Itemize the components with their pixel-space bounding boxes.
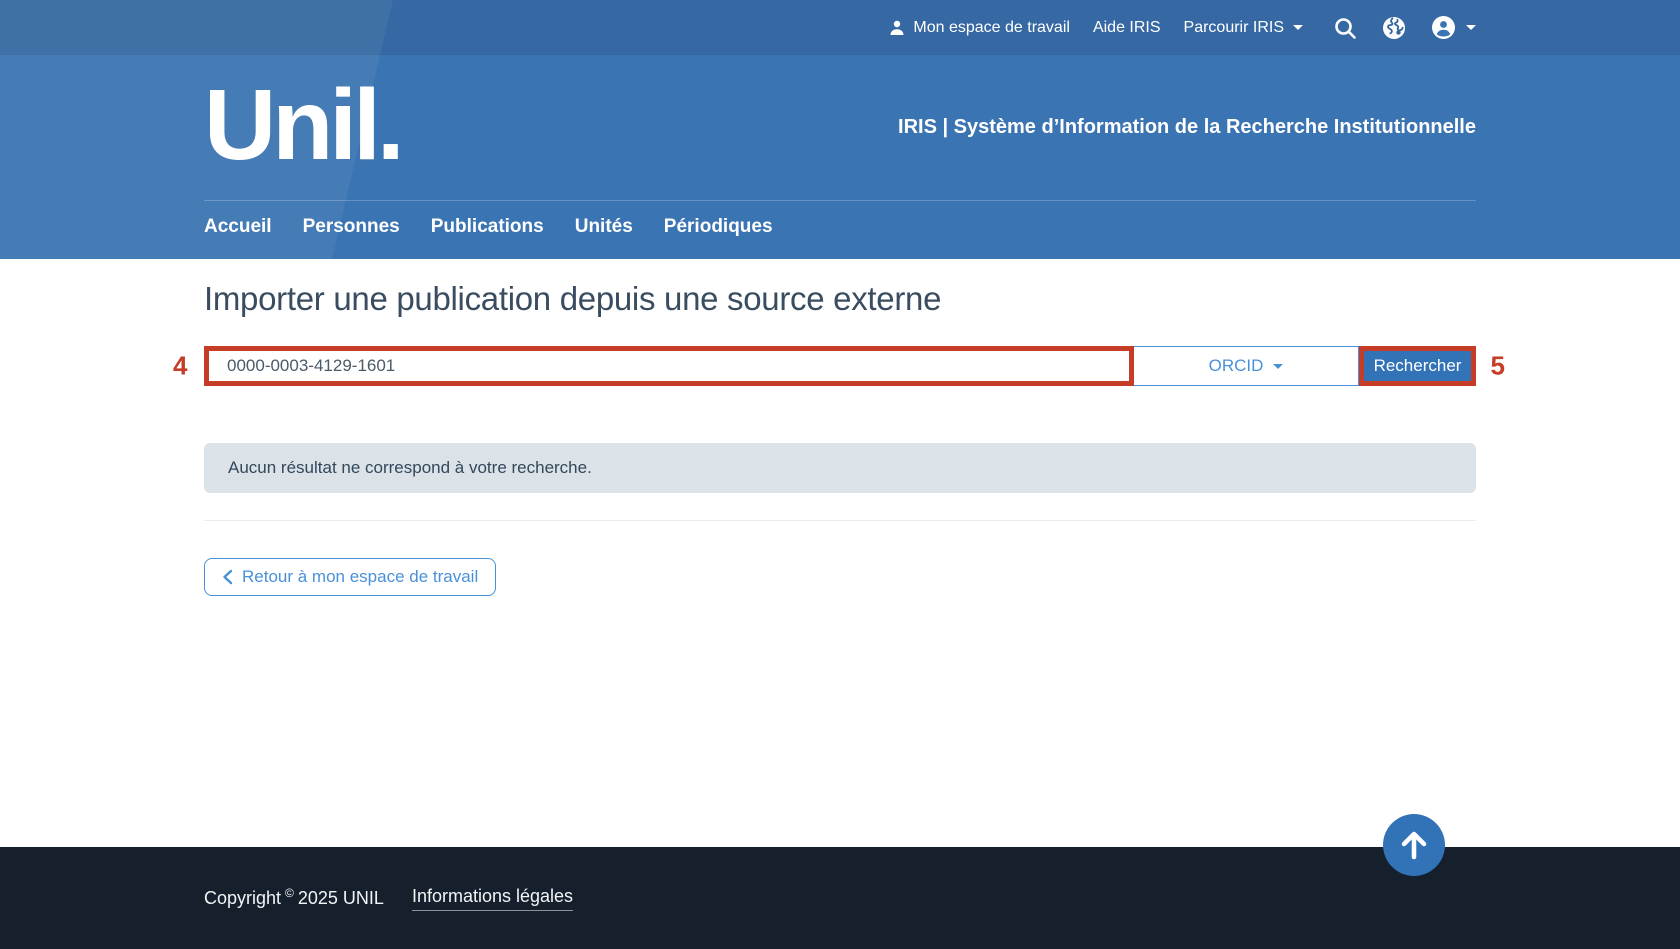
globe-icon[interactable] bbox=[1381, 15, 1407, 41]
back-to-workspace-button[interactable]: Retour à mon espace de travail bbox=[204, 558, 496, 596]
source-dropdown-label: ORCID bbox=[1209, 356, 1264, 376]
search-input[interactable] bbox=[209, 351, 1129, 381]
nav-item-accueil[interactable]: Accueil bbox=[204, 216, 272, 238]
main-nav: Accueil Personnes Publications Unités Pé… bbox=[204, 200, 1476, 259]
person-icon bbox=[888, 19, 906, 37]
site-header: Unil. IRIS | Système d’Information de la… bbox=[204, 55, 1476, 200]
page-title: Importer une publication depuis une sour… bbox=[204, 280, 1476, 318]
unil-logo[interactable]: Unil. bbox=[204, 75, 401, 175]
copyright-year: 2025 UNIL bbox=[298, 888, 384, 909]
topbar: Mon espace de travail Aide IRIS Parcouri… bbox=[0, 0, 1680, 55]
topbar-item-browse[interactable]: Parcourir IRIS bbox=[1184, 19, 1303, 37]
topbar-item-label: Parcourir IRIS bbox=[1184, 19, 1284, 37]
copyright-word: Copyright bbox=[204, 888, 281, 909]
topbar-item-workspace[interactable]: Mon espace de travail bbox=[888, 19, 1070, 37]
account-icon bbox=[1430, 14, 1457, 41]
divider bbox=[204, 520, 1476, 521]
main-content: Importer une publication depuis une sour… bbox=[0, 259, 1680, 847]
hero-header: Mon espace de travail Aide IRIS Parcouri… bbox=[0, 0, 1680, 259]
annotation-number-4: 4 bbox=[173, 351, 187, 382]
annotation-number-5: 5 bbox=[1491, 351, 1505, 382]
legal-info-link[interactable]: Informations légales bbox=[412, 886, 573, 911]
site-title: IRIS | Système d’Information de la Reche… bbox=[898, 116, 1476, 139]
chevron-down-icon bbox=[1466, 25, 1476, 30]
back-to-workspace-label: Retour à mon espace de travail bbox=[242, 567, 478, 587]
source-dropdown[interactable]: ORCID bbox=[1134, 346, 1359, 386]
topbar-item-label: Aide IRIS bbox=[1093, 19, 1161, 37]
annotation-box-input bbox=[204, 346, 1134, 386]
chevron-down-icon bbox=[1293, 25, 1303, 30]
topbar-item-help[interactable]: Aide IRIS bbox=[1093, 19, 1161, 37]
no-results-alert: Aucun résultat ne correspond à votre rec… bbox=[204, 443, 1476, 493]
no-results-text: Aucun résultat ne correspond à votre rec… bbox=[228, 458, 592, 478]
copyright-text: Copyright © 2025 UNIL bbox=[204, 888, 384, 909]
nav-item-personnes[interactable]: Personnes bbox=[303, 216, 400, 238]
nav-item-publications[interactable]: Publications bbox=[431, 216, 544, 238]
import-search-group: 4 ORCID Rechercher 5 bbox=[204, 346, 1476, 386]
copyright-symbol: © bbox=[285, 886, 294, 900]
footer: Copyright © 2025 UNIL Informations légal… bbox=[0, 847, 1680, 949]
annotation-box-button: Rechercher bbox=[1359, 346, 1476, 386]
search-icon[interactable] bbox=[1332, 15, 1358, 41]
account-menu[interactable] bbox=[1430, 14, 1476, 41]
topbar-item-label: Mon espace de travail bbox=[913, 19, 1070, 37]
chevron-down-icon bbox=[1273, 364, 1283, 369]
nav-item-periodiques[interactable]: Périodiques bbox=[664, 216, 773, 238]
search-button[interactable]: Rechercher bbox=[1364, 351, 1471, 381]
nav-item-unites[interactable]: Unités bbox=[575, 216, 633, 238]
chevron-left-icon bbox=[222, 569, 233, 585]
